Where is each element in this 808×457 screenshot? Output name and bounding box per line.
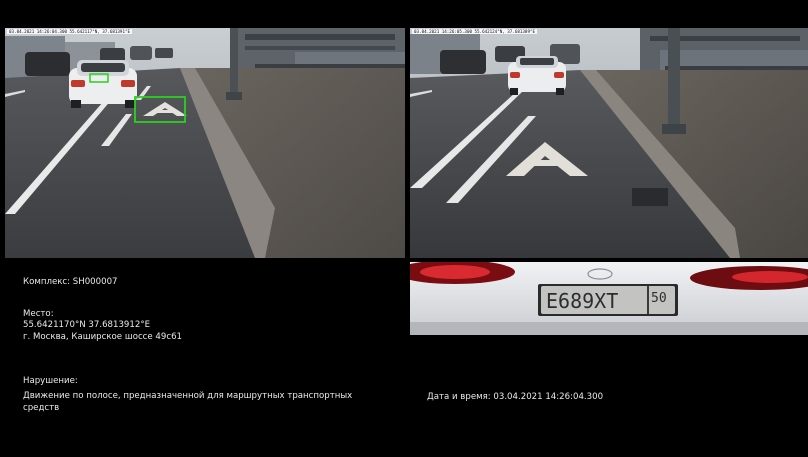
camera-frame-right: 03.04.2021 14:26:05.300 55.642124°N, 37.… (410, 28, 808, 258)
camera-timestamp-overlay: 03.04.2021 14:26:04.300 55.642117°N, 37.… (7, 29, 133, 34)
place-coordinates: 55.6421170°N 37.6813912°E (23, 320, 151, 330)
plate-closeup-image: E689XT 50 (410, 262, 808, 335)
complex-id: Комплекс: SH000007 (23, 277, 118, 287)
violation-description: Движение по полосе, предназначенной для … (23, 391, 353, 413)
top-bar (0, 0, 808, 28)
camera-timestamp-overlay: 03.04.2021 14:26:05.300 55.642124°N, 37.… (412, 29, 538, 34)
plate-region: 50 (651, 291, 667, 306)
plate-number: E689XT (546, 289, 618, 313)
datetime: Дата и время: 03.04.2021 14:26:04.300 (427, 392, 604, 402)
road-scene-left (5, 28, 405, 258)
plate-closeup: E689XT 50 (410, 262, 808, 335)
road-scene-right (410, 28, 808, 258)
violation-label: Нарушение: (23, 376, 78, 386)
violation-report: 03.04.2021 14:26:04.300 55.642117°N, 37.… (0, 0, 808, 457)
place-address: г. Москва, Каширское шоссе 49с61 (23, 332, 183, 342)
camera-frame-left: 03.04.2021 14:26:04.300 55.642117°N, 37.… (5, 28, 405, 258)
